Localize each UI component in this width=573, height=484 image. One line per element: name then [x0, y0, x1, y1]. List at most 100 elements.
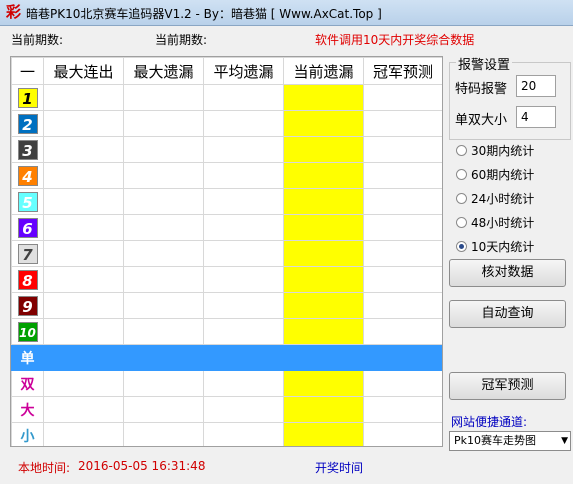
grid-cell[interactable] [363, 110, 442, 137]
grid-cell[interactable] [203, 292, 284, 319]
grid-header-0[interactable]: 一 [11, 57, 44, 85]
grid-cell[interactable] [363, 318, 442, 345]
grid-cell[interactable] [123, 136, 204, 163]
grid-cell[interactable] [43, 84, 124, 111]
grid-cell[interactable] [123, 344, 204, 371]
grid-cell[interactable] [43, 188, 124, 215]
number-row-9[interactable]: 9 [11, 292, 442, 319]
grid-cell[interactable] [203, 344, 284, 371]
grid-cell[interactable] [123, 370, 204, 397]
grid-cell[interactable] [283, 162, 364, 189]
grid-cell[interactable] [363, 422, 442, 446]
number-row-6[interactable]: 6 [11, 214, 442, 241]
grid-cell[interactable] [283, 84, 364, 111]
grid-cell[interactable] [43, 214, 124, 241]
grid-cell[interactable] [283, 396, 364, 423]
grid-cell[interactable] [203, 188, 284, 215]
grid-header-4[interactable]: 当前遗漏 [283, 57, 364, 85]
grid-cell[interactable] [43, 240, 124, 267]
grid-cell[interactable] [123, 110, 204, 137]
grid-cell[interactable] [43, 422, 124, 446]
grid-cell[interactable] [123, 266, 204, 293]
grid-cell[interactable] [363, 214, 442, 241]
grid-cell[interactable] [363, 188, 442, 215]
grid-cell[interactable] [203, 136, 284, 163]
grid-cell[interactable] [283, 136, 364, 163]
grid-cell[interactable] [123, 318, 204, 345]
grid-cell[interactable] [363, 292, 442, 319]
grid-cell[interactable] [363, 84, 442, 111]
grid-cell[interactable] [283, 266, 364, 293]
grid-cell[interactable] [123, 396, 204, 423]
grid-cell[interactable] [203, 110, 284, 137]
special-alarm-input[interactable]: 20 [516, 75, 556, 97]
grid-cell[interactable] [283, 318, 364, 345]
grid-cell[interactable] [363, 162, 442, 189]
tag-row-1[interactable]: 双 [11, 370, 442, 397]
grid-cell[interactable] [123, 162, 204, 189]
grid-cell[interactable] [203, 266, 284, 293]
grid-cell[interactable] [43, 344, 124, 371]
grid-cell[interactable] [283, 370, 364, 397]
radio-circle-icon[interactable] [456, 144, 467, 156]
grid-cell[interactable] [283, 110, 364, 137]
number-row-7[interactable]: 7 [11, 240, 442, 267]
grid-header-2[interactable]: 最大遗漏 [123, 57, 204, 85]
number-row-2[interactable]: 2 [11, 110, 442, 137]
grid-header-3[interactable]: 平均遗漏 [203, 57, 284, 85]
grid-cell[interactable] [363, 344, 442, 371]
grid-cell[interactable] [123, 240, 204, 267]
grid-header-1[interactable]: 最大连出 [43, 57, 124, 85]
auto-query-button[interactable]: 自动查询 [449, 300, 566, 328]
stats-grid[interactable]: 一最大连出 最大遗漏 平均遗漏 当前遗漏 冠军预测 1 2 3 4 5 6 7 8 9 10 单双大小 [10, 56, 443, 447]
grid-cell[interactable] [363, 396, 442, 423]
grid-cell[interactable] [43, 136, 124, 163]
grid-cell[interactable] [363, 136, 442, 163]
grid-cell[interactable] [363, 370, 442, 397]
grid-cell[interactable] [123, 84, 204, 111]
grid-cell[interactable] [43, 318, 124, 345]
stats-option-4[interactable]: 10天内统计 [456, 238, 534, 254]
grid-cell[interactable] [203, 318, 284, 345]
grid-cell[interactable] [123, 422, 204, 446]
grid-cell[interactable] [43, 110, 124, 137]
stats-option-0[interactable]: 30期内统计 [456, 142, 534, 158]
grid-cell[interactable] [203, 370, 284, 397]
grid-cell[interactable] [123, 188, 204, 215]
grid-cell[interactable] [203, 240, 284, 267]
number-row-3[interactable]: 3 [11, 136, 442, 163]
grid-cell[interactable] [203, 84, 284, 111]
grid-cell[interactable] [283, 422, 364, 446]
radio-circle-icon[interactable] [456, 192, 467, 204]
grid-cell[interactable] [283, 344, 364, 371]
champion-predict-button[interactable]: 冠军预测 [449, 372, 566, 400]
grid-cell[interactable] [283, 292, 364, 319]
grid-cell[interactable] [203, 396, 284, 423]
grid-cell[interactable] [43, 292, 124, 319]
number-row-10[interactable]: 10 [11, 318, 442, 345]
stats-option-2[interactable]: 24小时统计 [456, 190, 534, 206]
grid-cell[interactable] [123, 292, 204, 319]
tag-row-2[interactable]: 大 [11, 396, 442, 423]
radio-circle-icon[interactable] [456, 168, 467, 180]
grid-cell[interactable] [43, 396, 124, 423]
radio-circle-icon[interactable] [456, 240, 467, 252]
grid-cell[interactable] [283, 240, 364, 267]
number-row-8[interactable]: 8 [11, 266, 442, 293]
grid-cell[interactable] [283, 214, 364, 241]
chevron-down-icon[interactable]: ▼ [561, 432, 568, 450]
tag-row-3[interactable]: 小 [11, 422, 442, 446]
grid-cell[interactable] [43, 370, 124, 397]
grid-cell[interactable] [43, 266, 124, 293]
grid-cell[interactable] [43, 162, 124, 189]
number-row-1[interactable]: 1 [11, 84, 442, 111]
verify-data-button[interactable]: 核对数据 [449, 259, 566, 287]
grid-header-5[interactable]: 冠军预测 [363, 57, 442, 85]
grid-cell[interactable] [123, 214, 204, 241]
number-row-4[interactable]: 4 [11, 162, 442, 189]
radio-circle-icon[interactable] [456, 216, 467, 228]
grid-cell[interactable] [203, 162, 284, 189]
stats-option-3[interactable]: 48小时统计 [456, 214, 534, 230]
grid-cell[interactable] [203, 422, 284, 446]
grid-cell[interactable] [283, 188, 364, 215]
